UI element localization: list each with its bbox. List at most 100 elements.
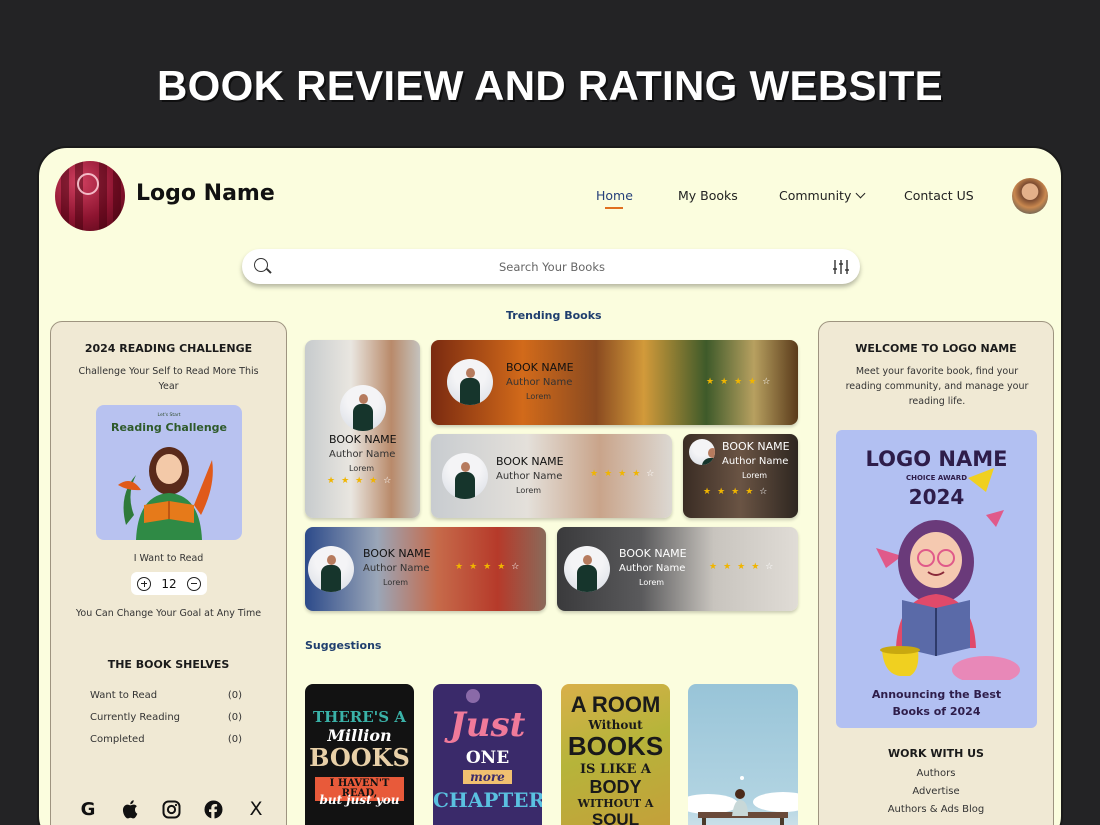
change-goal-text: You Can Change Your Goal at Any Time: [75, 608, 262, 619]
shelf-completed[interactable]: Completed (0): [90, 734, 242, 745]
cover-text: Million: [327, 726, 392, 745]
choice-award-banner[interactable]: LOGO NAME CHOICE AWARD 2024 Announcing t…: [836, 430, 1037, 728]
logo-image[interactable]: [55, 161, 125, 231]
welcome-text: Meet your favorite book, find your readi…: [845, 366, 1029, 407]
google-icon[interactable]: G: [77, 799, 99, 820]
search-bar: [242, 249, 860, 284]
award-announcement-line: Books of 2024: [892, 705, 981, 718]
cover-text: ONE: [465, 748, 510, 768]
book-lorem: Lorem: [639, 578, 665, 587]
cover-text: A ROOM: [570, 692, 661, 717]
shelf-count: (0): [227, 734, 242, 745]
star-rating: ★★★★☆: [455, 562, 526, 572]
book-lorem: Lorem: [349, 464, 375, 473]
goal-stepper: 12: [131, 572, 207, 595]
book-name: BOOK NAME: [363, 547, 431, 560]
trending-book-card[interactable]: BOOK NAME Author Name Lorem ★★★★☆: [683, 434, 798, 518]
book-name: BOOK NAME: [496, 455, 564, 468]
reading-challenge-panel: 2024 READING CHALLENGE Challenge Your Se…: [50, 321, 287, 825]
book-lorem: Lorem: [526, 392, 552, 401]
link-authors-ads-blog[interactable]: Authors & Ads Blog: [819, 804, 1053, 815]
facebook-icon[interactable]: [204, 800, 223, 819]
trending-book-card[interactable]: BOOK NAME Author Name Lorem ★★★★☆: [305, 340, 420, 518]
book-author: Author Name: [329, 449, 396, 460]
welcome-panel: WELCOME TO LOGO NAME Meet your favorite …: [818, 321, 1054, 825]
shelf-count: (0): [227, 690, 242, 701]
nav-community[interactable]: Community: [779, 188, 866, 203]
book-lorem: Lorem: [742, 471, 768, 480]
trending-book-card[interactable]: BOOK NAME Author Name Lorem ★★★★☆: [431, 340, 798, 425]
goal-value: 12: [161, 576, 177, 591]
cover-text: BOOKS: [567, 731, 664, 761]
book-lorem: Lorem: [383, 578, 409, 587]
cover-text: more: [463, 770, 512, 784]
welcome-title: WELCOME TO LOGO NAME: [855, 342, 1017, 355]
cover-text: IS LIKE A: [579, 762, 652, 777]
book-name: BOOK NAME: [722, 440, 790, 453]
shelf-label: Want to Read: [90, 690, 158, 701]
star-rating: ★★★★☆: [703, 487, 774, 497]
nav-community-label: Community: [779, 188, 852, 203]
star-rating: ★★★★☆: [709, 562, 780, 572]
trending-book-card[interactable]: BOOK NAME Author Name Lorem ★★★★☆: [557, 527, 798, 611]
search-input[interactable]: [282, 249, 822, 284]
shelf-currently-reading[interactable]: Currently Reading (0): [90, 712, 242, 723]
book-cover: [308, 546, 354, 592]
moon-icon: [466, 689, 480, 703]
cover-text: Just: [449, 705, 526, 745]
trending-title: Trending Books: [506, 309, 602, 322]
shelf-label: Completed: [90, 734, 145, 745]
book-lorem: Lorem: [516, 486, 542, 495]
award-reader-illustration: [876, 468, 1020, 680]
cover-text: THERE'S A: [313, 708, 406, 726]
book-author: Author Name: [619, 563, 686, 574]
plus-icon[interactable]: [137, 576, 151, 591]
logo-name[interactable]: Logo Name: [136, 181, 275, 206]
cover-text: but just you: [319, 793, 400, 807]
cover-text: Without: [588, 718, 643, 732]
instagram-icon[interactable]: [162, 800, 181, 819]
reader-illustration: [118, 447, 213, 540]
cover-text: SOUL: [591, 810, 640, 825]
x-icon[interactable]: X: [245, 798, 267, 820]
star-rating: ★★★★☆: [327, 476, 398, 486]
bench-reader-illustration: [688, 776, 798, 825]
page-heading: BOOK REVIEW AND RATING WEBSITE: [157, 62, 943, 109]
book-name: BOOK NAME: [506, 361, 574, 374]
trending-book-card[interactable]: BOOK NAME Author Name Lorem ★★★★☆: [305, 527, 546, 611]
suggestion-book-cover[interactable]: [688, 684, 798, 825]
cover-text: WITHOUT A: [577, 797, 654, 810]
filter-icon[interactable]: [832, 258, 850, 276]
suggestion-book-cover[interactable]: Just ONE more CHAPTER: [433, 684, 542, 825]
star-rating: ★★★★☆: [590, 469, 661, 479]
search-icon[interactable]: [254, 258, 268, 272]
book-author: Author Name: [722, 456, 789, 467]
work-with-us-title: WORK WITH US: [888, 747, 984, 760]
nav-my-books[interactable]: My Books: [678, 188, 738, 203]
suggestions-title: Suggestions: [305, 639, 382, 652]
link-advertise[interactable]: Advertise: [819, 786, 1053, 797]
website-frame: Logo Name Home My Books Community Contac…: [37, 146, 1063, 825]
nav-contact[interactable]: Contact US: [904, 188, 974, 203]
star-rating: ★★★★☆: [706, 377, 777, 387]
minus-icon[interactable]: [187, 576, 201, 591]
book-cover: [442, 453, 488, 499]
trending-book-card[interactable]: BOOK NAME Author Name Lorem ★★★★☆: [431, 434, 672, 518]
chevron-down-icon: [855, 188, 866, 199]
apple-icon[interactable]: [122, 799, 140, 819]
book-author: Author Name: [496, 471, 563, 482]
suggestion-book-cover[interactable]: A ROOM Without BOOKS IS LIKE A BODY WITH…: [561, 684, 670, 825]
cover-text: BOOKS: [309, 743, 410, 772]
shelf-want-to-read[interactable]: Want to Read (0): [90, 690, 242, 701]
book-cover: [564, 546, 610, 592]
user-avatar[interactable]: [1012, 178, 1048, 214]
cover-text: CHAPTER: [433, 788, 542, 812]
suggestion-book-cover[interactable]: THERE'S A Million BOOKS I HAVEN'T READ, …: [305, 684, 414, 825]
book-cover: [689, 439, 715, 465]
shelf-count: (0): [227, 712, 242, 723]
link-authors[interactable]: Authors: [819, 768, 1053, 779]
book-name: BOOK NAME: [329, 433, 397, 446]
reading-challenge-illustration: Let's Start Reading Challenge: [96, 405, 242, 540]
nav-home[interactable]: Home: [596, 188, 633, 203]
book-name: BOOK NAME: [619, 547, 687, 560]
